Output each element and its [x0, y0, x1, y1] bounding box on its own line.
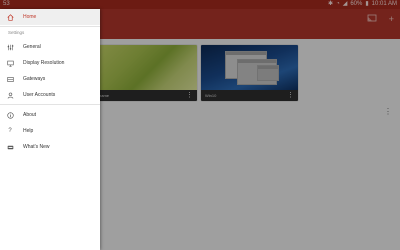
whats-new-icon [5, 144, 15, 151]
screen: 53 ✱ ◔ ◢ 60% ▮ 10:01 AM + name ⋮ Win10 ⋮… [0, 0, 400, 250]
drawer-item-home[interactable]: Home [0, 9, 100, 25]
home-icon [5, 13, 15, 21]
drawer-item-label: Home [23, 14, 37, 20]
monitor-icon [5, 60, 15, 67]
gateway-icon [5, 76, 15, 83]
divider [0, 26, 100, 27]
drawer-item-label: User Accounts [23, 92, 56, 98]
drawer-item-label: What's New [23, 144, 50, 150]
drawer-item-gateways[interactable]: Gateways [0, 71, 100, 87]
drawer-item-label: Gateways [23, 76, 46, 82]
info-icon [5, 111, 15, 119]
drawer-item-label: Display Resolution [23, 60, 65, 66]
settings-section-header: Settings [8, 30, 25, 35]
drawer-item-label: Help [23, 128, 34, 134]
drawer-item-about[interactable]: About [0, 107, 100, 123]
help-icon: ? [8, 128, 12, 134]
drawer-item-display-resolution[interactable]: Display Resolution [0, 55, 100, 71]
drawer-item-general[interactable]: General [0, 39, 100, 55]
person-icon [5, 92, 15, 99]
divider [0, 104, 100, 105]
drawer-item-whats-new[interactable]: What's New [0, 139, 100, 155]
drawer-item-help[interactable]: ? Help [0, 123, 100, 139]
sliders-icon [5, 44, 15, 51]
drawer-item-user-accounts[interactable]: User Accounts [0, 87, 100, 103]
navigation-drawer: Home Settings General Display Resolution… [0, 9, 100, 250]
drawer-item-label: General [23, 44, 41, 50]
drawer-item-label: About [23, 112, 37, 118]
